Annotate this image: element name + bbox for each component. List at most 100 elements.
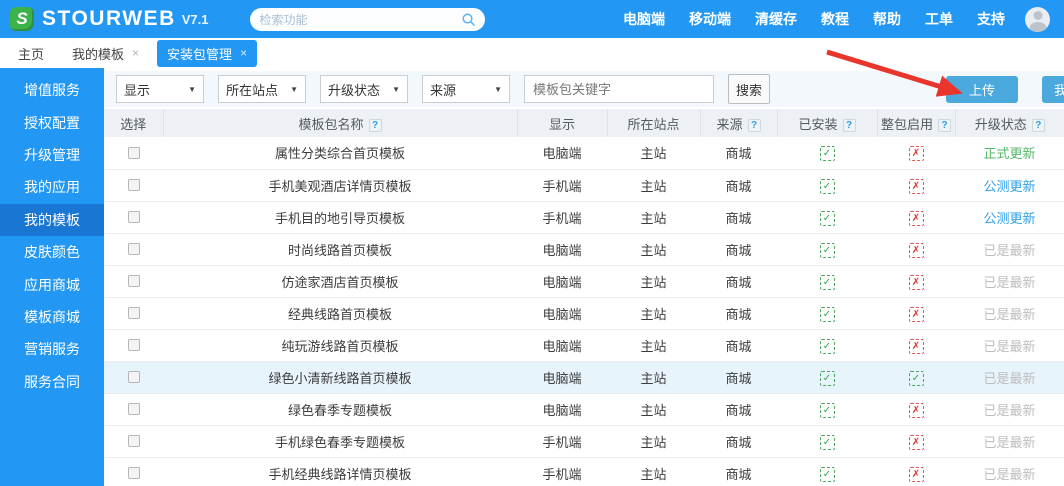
- brand-title: STOURWEB: [42, 7, 176, 31]
- help-icon[interactable]: ?: [1032, 119, 1045, 132]
- column-header-整包启用: 整包启用?: [877, 109, 955, 137]
- tab-label: 我的模板: [72, 44, 124, 63]
- column-label: 升级状态: [975, 117, 1027, 132]
- row-checkbox[interactable]: [128, 179, 140, 191]
- package-enabled-icon: ✓: [909, 371, 924, 386]
- installed-status-icon: ✓: [820, 467, 835, 482]
- package-enabled-icon: ✗: [909, 243, 924, 258]
- tab-label: 安装包管理: [167, 44, 232, 63]
- chevron-down-icon: ▼: [494, 85, 502, 94]
- table-row: 手机美观酒店详情页模板手机端主站商城✓✗公测更新: [104, 169, 1064, 201]
- help-icon[interactable]: ?: [748, 119, 761, 132]
- package-enabled-icon: ✗: [909, 467, 924, 482]
- help-icon[interactable]: ?: [369, 119, 382, 132]
- display-type: 电脑端: [517, 233, 607, 265]
- column-label: 所在站点: [627, 117, 679, 132]
- sidebar-item-我的应用[interactable]: 我的应用: [0, 171, 104, 203]
- source: 商城: [700, 361, 777, 393]
- row-checkbox[interactable]: [128, 435, 140, 447]
- row-checkbox[interactable]: [128, 147, 140, 159]
- header-nav-item[interactable]: 教程: [821, 9, 849, 29]
- package-name: 时尚线路首页模板: [163, 233, 517, 265]
- partial-action-button[interactable]: 我: [1042, 76, 1064, 103]
- package-name: 手机绿色春季专题模板: [163, 425, 517, 457]
- help-icon[interactable]: ?: [938, 119, 951, 132]
- row-checkbox[interactable]: [128, 243, 140, 255]
- row-checkbox[interactable]: [128, 211, 140, 223]
- installed-status-icon: ✓: [820, 211, 835, 226]
- filter-select-所在站点[interactable]: 所在站点▼: [218, 75, 306, 103]
- table-row: 手机经典线路详情页模板手机端主站商城✓✗已是最新: [104, 457, 1064, 486]
- header-nav-item[interactable]: 清缓存: [755, 9, 797, 29]
- global-search-input[interactable]: 检索功能: [250, 8, 485, 31]
- top-header: S STOURWEB V7.1 检索功能 电脑端移动端清缓存教程帮助工单支持: [0, 0, 1064, 38]
- close-icon[interactable]: ×: [132, 47, 139, 59]
- help-icon[interactable]: ?: [843, 119, 856, 132]
- package-name: 手机目的地引导页模板: [163, 201, 517, 233]
- search-icon[interactable]: [461, 12, 476, 27]
- tab-安装包管理[interactable]: 安装包管理 ×: [157, 40, 257, 67]
- row-checkbox[interactable]: [128, 275, 140, 287]
- header-nav-item[interactable]: 工单: [925, 9, 953, 29]
- table-row: 纯玩游线路首页模板电脑端主站商城✓✗已是最新: [104, 329, 1064, 361]
- row-checkbox[interactable]: [128, 467, 140, 479]
- filter-select-升级状态[interactable]: 升级状态▼: [320, 75, 408, 103]
- row-checkbox[interactable]: [128, 307, 140, 319]
- upgrade-status[interactable]: 正式更新: [983, 146, 1035, 161]
- main-content: 显示▼ 所在站点▼ 升级状态▼ 来源▼ 搜索 上传 我 选择 模板包名称?显示 所在站点 来…: [104, 68, 1064, 486]
- site: 主站: [607, 457, 700, 486]
- table-header-row: 选择模板包名称?显示所在站点来源?已安装?整包启用?升级状态?: [104, 109, 1064, 137]
- column-label: 选择: [120, 117, 146, 132]
- chevron-down-icon: ▼: [290, 85, 298, 94]
- sidebar-item-应用商城[interactable]: 应用商城: [0, 268, 104, 300]
- filter-select-来源[interactable]: 来源▼: [422, 75, 510, 103]
- table-body: 属性分类综合首页模板电脑端主站商城✓✗正式更新手机美观酒店详情页模板手机端主站商…: [104, 137, 1064, 486]
- user-avatar[interactable]: [1025, 7, 1050, 32]
- sidebar-item-增值服务[interactable]: 增值服务: [0, 74, 104, 106]
- installed-status-icon: ✓: [820, 179, 835, 194]
- row-checkbox[interactable]: [128, 371, 140, 383]
- site: 主站: [607, 201, 700, 233]
- sidebar-item-服务合同[interactable]: 服务合同: [0, 366, 104, 398]
- package-name: 经典线路首页模板: [163, 297, 517, 329]
- sidebar-item-皮肤颜色[interactable]: 皮肤颜色: [0, 236, 104, 268]
- tab-主页[interactable]: 主页: [8, 40, 54, 67]
- header-nav-item[interactable]: 电脑端: [623, 9, 665, 29]
- table-row: 经典线路首页模板电脑端主站商城✓✗已是最新: [104, 297, 1064, 329]
- upload-button[interactable]: 上传: [946, 76, 1018, 103]
- site: 主站: [607, 297, 700, 329]
- sidebar-item-授权配置[interactable]: 授权配置: [0, 106, 104, 138]
- upgrade-status[interactable]: 公测更新: [983, 179, 1035, 194]
- filter-toolbar: 显示▼ 所在站点▼ 升级状态▼ 来源▼ 搜索 上传 我: [104, 71, 1064, 107]
- header-nav-item[interactable]: 支持: [977, 9, 1005, 29]
- installed-status-icon: ✓: [820, 435, 835, 450]
- upgrade-status[interactable]: 公测更新: [983, 211, 1035, 226]
- sidebar: 增值服务授权配置升级管理我的应用我的模板皮肤颜色应用商城模板商城营销服务服务合同: [0, 68, 104, 486]
- table-row: 手机目的地引导页模板手机端主站商城✓✗公测更新: [104, 201, 1064, 233]
- header-nav-item[interactable]: 帮助: [873, 9, 901, 29]
- filter-select-显示[interactable]: 显示▼: [116, 75, 204, 103]
- sidebar-item-模板商城[interactable]: 模板商城: [0, 301, 104, 333]
- sidebar-item-升级管理[interactable]: 升级管理: [0, 139, 104, 171]
- column-header-所在站点: 所在站点: [607, 109, 700, 137]
- column-header-选择: 选择: [104, 109, 163, 137]
- sidebar-item-我的模板[interactable]: 我的模板: [0, 204, 104, 236]
- source: 商城: [700, 265, 777, 297]
- package-enabled-icon: ✗: [909, 339, 924, 354]
- tab-我的模板[interactable]: 我的模板 ×: [62, 40, 149, 67]
- sidebar-item-营销服务[interactable]: 营销服务: [0, 333, 104, 365]
- column-header-显示: 显示: [517, 109, 607, 137]
- close-icon[interactable]: ×: [240, 47, 247, 59]
- source: 商城: [700, 393, 777, 425]
- header-nav-item[interactable]: 移动端: [689, 9, 731, 29]
- column-header-模板包名称: 模板包名称?: [163, 109, 517, 137]
- row-checkbox[interactable]: [128, 339, 140, 351]
- column-label: 整包启用: [881, 117, 933, 132]
- search-button[interactable]: 搜索: [728, 74, 770, 104]
- tab-bar: 主页我的模板 × 安装包管理 ×: [0, 38, 1064, 68]
- package-name: 手机经典线路详情页模板: [163, 457, 517, 486]
- row-checkbox[interactable]: [128, 403, 140, 415]
- upgrade-status: 已是最新: [983, 275, 1035, 290]
- upgrade-status: 已是最新: [983, 243, 1035, 258]
- keyword-input[interactable]: [524, 75, 714, 103]
